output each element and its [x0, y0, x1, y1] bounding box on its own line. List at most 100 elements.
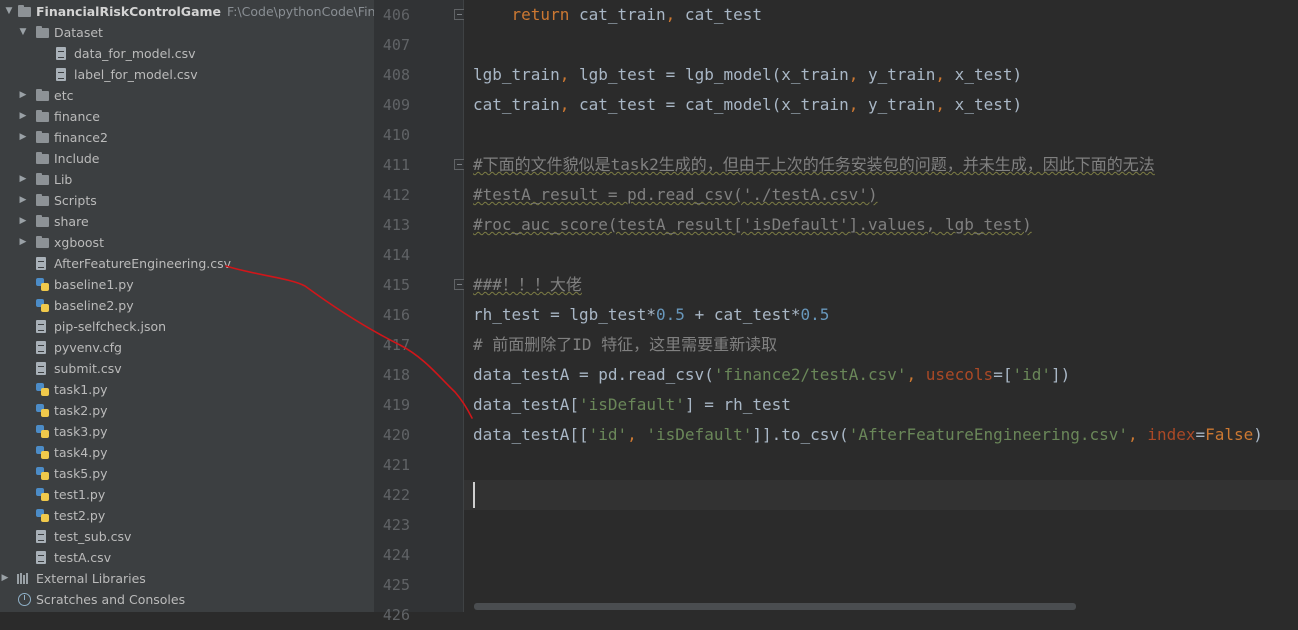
code-token: data_testA = pd.read_csv(: [473, 365, 714, 384]
tree-item[interactable]: task4.py: [0, 442, 374, 463]
tree-item-label: baseline2.py: [54, 298, 134, 313]
chevron-right-icon[interactable]: ▶: [18, 127, 28, 148]
scratches-row[interactable]: Scratches and Consoles: [0, 589, 374, 610]
code-token: ,: [559, 65, 570, 84]
code-token: 'AfterFeatureEngineering.csv': [848, 425, 1129, 444]
tree-item[interactable]: AfterFeatureEngineering.csv: [0, 253, 374, 274]
code-line[interactable]: data_testA[['id', 'isDefault']].to_csv('…: [473, 420, 1263, 450]
tree-item-label: share: [54, 214, 89, 229]
python-file-icon: [36, 488, 49, 501]
code-token: usecols: [925, 365, 994, 384]
file-icon: [36, 320, 46, 333]
tree-item[interactable]: ▶ Lib: [0, 169, 374, 190]
tree-item[interactable]: ▶ finance: [0, 106, 374, 127]
line-number: 424: [382, 546, 410, 564]
tree-item[interactable]: testA.csv: [0, 547, 374, 568]
project-root-row[interactable]: ▼ FinancialRiskControlGame F:\Code\python…: [0, 1, 374, 22]
chevron-right-icon[interactable]: ▶: [18, 190, 28, 211]
tree-item[interactable]: baseline1.py: [0, 274, 374, 295]
code-token: #roc_auc_score(testA_result['isDefault']…: [473, 215, 1032, 234]
tree-item[interactable]: task2.py: [0, 400, 374, 421]
tree-item[interactable]: ▶ finance2: [0, 127, 374, 148]
current-line-highlight: [464, 480, 1298, 510]
file-icon: [36, 257, 46, 270]
tree-item-label: task4.py: [54, 445, 108, 460]
code-token: + cat_test*: [684, 305, 801, 324]
code-token: # 前面删除了ID 特征，这里需要重新读取: [473, 335, 778, 354]
chevron-right-icon[interactable]: ▶: [18, 85, 28, 106]
tree-item[interactable]: test_sub.csv: [0, 526, 374, 547]
tree-item[interactable]: ▼ Dataset: [0, 22, 374, 43]
tree-item-label: task5.py: [54, 466, 108, 481]
code-line[interactable]: ###！！！大佬: [473, 270, 582, 300]
external-libraries-row[interactable]: ▶ External Libraries: [0, 568, 374, 589]
code-line[interactable]: lgb_train, lgb_test = lgb_model(x_train,…: [473, 60, 1022, 90]
code-token: False: [1205, 425, 1254, 444]
line-number: 414: [382, 246, 410, 264]
code-token: lgb_test = lgb_model(x_train: [569, 65, 849, 84]
folder-icon: [36, 194, 49, 206]
chevron-right-icon[interactable]: ▶: [18, 106, 28, 127]
tree-item[interactable]: task1.py: [0, 379, 374, 400]
tree-item[interactable]: submit.csv: [0, 358, 374, 379]
tree-item-label: task1.py: [54, 382, 108, 397]
tree-item-label: Scripts: [54, 193, 97, 208]
python-file-icon: [36, 467, 49, 480]
python-file-icon: [36, 509, 49, 522]
code-line[interactable]: # 前面删除了ID 特征，这里需要重新读取: [473, 330, 777, 360]
code-line[interactable]: cat_train, cat_test = cat_model(x_train,…: [473, 90, 1022, 120]
horizontal-scrollbar[interactable]: [474, 603, 1076, 610]
code-line[interactable]: #testA_result = pd.read_csv('./testA.csv…: [473, 180, 878, 210]
tree-item[interactable]: pyvenv.cfg: [0, 337, 374, 358]
chevron-right-icon[interactable]: ▶: [18, 169, 28, 190]
code-token: cat_test = cat_model(x_train: [569, 95, 849, 114]
code-line[interactable]: #roc_auc_score(testA_result['isDefault']…: [473, 210, 1032, 240]
tree-item[interactable]: task5.py: [0, 463, 374, 484]
code-token: =: [1195, 425, 1206, 444]
code-token: ,: [848, 65, 859, 84]
tree-item[interactable]: Include: [0, 148, 374, 169]
chevron-right-icon[interactable]: ▶: [18, 232, 28, 253]
code-token: data_testA[[: [473, 425, 589, 444]
code-line[interactable]: data_testA = pd.read_csv('finance2/testA…: [473, 360, 1070, 390]
tree-item[interactable]: ▶ Scripts: [0, 190, 374, 211]
line-number: 421: [382, 456, 410, 474]
tree-item[interactable]: label_for_model.csv: [0, 64, 374, 85]
line-number: 413: [382, 216, 410, 234]
tree-item[interactable]: data_for_model.csv: [0, 43, 374, 64]
tree-item-label: submit.csv: [54, 361, 122, 376]
code-token: data_testA[: [473, 395, 579, 414]
line-number: 423: [382, 516, 410, 534]
folder-icon: [36, 89, 49, 101]
line-number: 410: [382, 126, 410, 144]
tree-item[interactable]: pip-selfcheck.json: [0, 316, 374, 337]
line-number-gutter[interactable]: 406 407 408 409 410 411 412 413 414 415 416 417 418 4…: [374, 0, 465, 624]
chevron-down-icon[interactable]: ▼: [18, 22, 28, 43]
tree-item[interactable]: test1.py: [0, 484, 374, 505]
line-number: 426: [382, 606, 410, 624]
tree-item[interactable]: ▶ xgboost: [0, 232, 374, 253]
code-line[interactable]: return cat_train, cat_test: [473, 0, 762, 30]
file-icon: [56, 47, 66, 60]
code-editor[interactable]: return cat_train, cat_test lgb_train, lgb…: [464, 0, 1298, 612]
tree-item-label: finance2: [54, 130, 108, 145]
line-number: 420: [382, 426, 410, 444]
code-line[interactable]: rh_test = lgb_test*0.5 + cat_test*0.5: [473, 300, 829, 330]
chevron-right-icon[interactable]: ▶: [18, 211, 28, 232]
tree-item-label: task3.py: [54, 424, 108, 439]
code-token: ,: [935, 95, 946, 114]
code-token: ] = rh_test: [684, 395, 791, 414]
tree-item[interactable]: task3.py: [0, 421, 374, 442]
code-line[interactable]: data_testA['isDefault'] = rh_test: [473, 390, 791, 420]
tree-item[interactable]: test2.py: [0, 505, 374, 526]
python-file-icon: [36, 383, 49, 396]
chevron-down-icon[interactable]: ▼: [4, 1, 14, 22]
tree-item[interactable]: ▶ share: [0, 211, 374, 232]
code-token: #下面的文件貌似是task2生成的，但由于上次的任务安装包的问题，并未生成，因此…: [473, 155, 1155, 174]
tree-item[interactable]: baseline2.py: [0, 295, 374, 316]
chevron-right-icon[interactable]: ▶: [0, 568, 10, 589]
tree-item[interactable]: ▶ etc: [0, 85, 374, 106]
code-line[interactable]: #下面的文件貌似是task2生成的，但由于上次的任务安装包的问题，并未生成，因此…: [473, 150, 1155, 180]
project-root-label: FinancialRiskControlGame F:\Code\pythonCo…: [36, 1, 374, 22]
